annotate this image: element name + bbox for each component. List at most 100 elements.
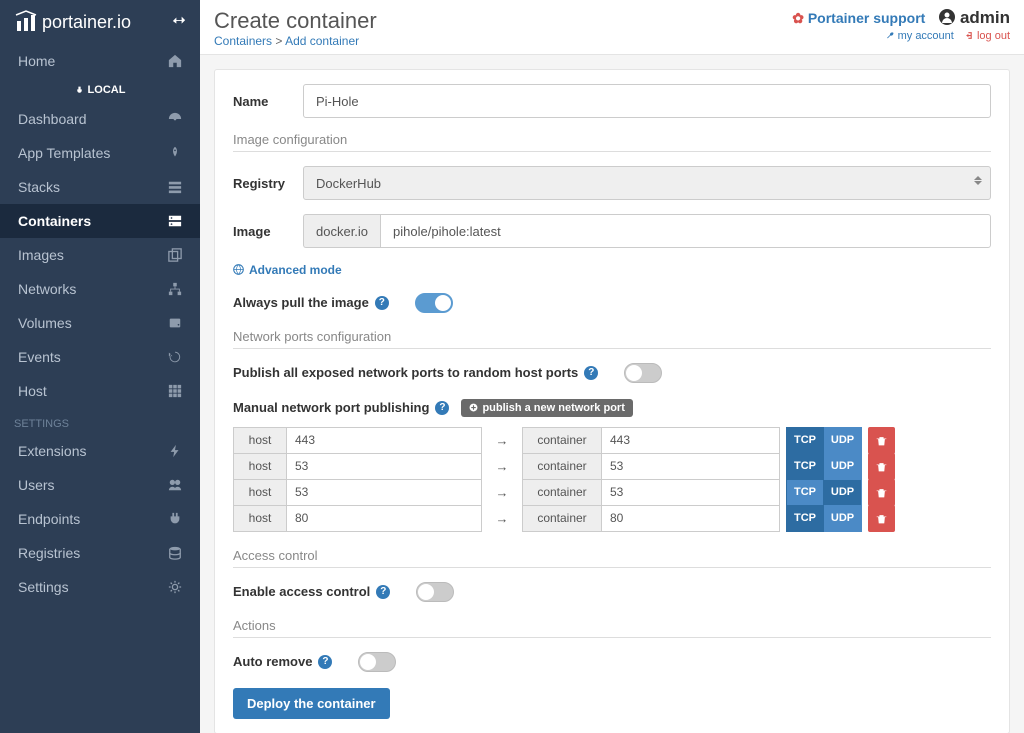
plug-icon: [168, 512, 182, 526]
support-link[interactable]: ✿ Portainer support: [792, 10, 929, 26]
sidebar-item-settings[interactable]: Settings: [0, 570, 200, 604]
tcp-button[interactable]: TCP: [786, 427, 824, 454]
container-label: container: [522, 505, 602, 532]
port-table: host→containerTCPUDPhost→containerTCPUDP…: [233, 427, 991, 532]
breadcrumb-root[interactable]: Containers: [214, 34, 272, 48]
delete-port-button[interactable]: [868, 453, 895, 480]
sidebar-item-extensions[interactable]: Extensions: [0, 434, 200, 468]
udp-button[interactable]: UDP: [824, 453, 862, 480]
help-icon[interactable]: ?: [435, 401, 449, 415]
udp-button[interactable]: UDP: [824, 427, 862, 454]
help-icon[interactable]: ?: [584, 366, 598, 380]
sidebar-item-events[interactable]: Events: [0, 340, 200, 374]
manual-publish-label: Manual network port publishing: [233, 400, 429, 415]
tcp-button[interactable]: TCP: [786, 479, 824, 506]
sidebar-item-users[interactable]: Users: [0, 468, 200, 502]
clone-icon: [168, 248, 182, 262]
name-input[interactable]: [303, 84, 991, 118]
container-label: container: [522, 427, 602, 454]
image-input[interactable]: [380, 214, 991, 248]
udp-button[interactable]: UDP: [824, 479, 862, 506]
publish-new-port-button[interactable]: publish a new network port: [461, 399, 632, 417]
sidebar-item-endpoints[interactable]: Endpoints: [0, 502, 200, 536]
container-port-input[interactable]: [602, 479, 780, 506]
arrow-icon: →: [482, 511, 522, 526]
hdd-icon: [168, 316, 182, 330]
tcp-button[interactable]: TCP: [786, 453, 824, 480]
name-label: Name: [233, 94, 303, 109]
sidebar-item-images[interactable]: Images: [0, 238, 200, 272]
always-pull-label: Always pull the image: [233, 295, 369, 310]
sidebar-item-volumes[interactable]: Volumes: [0, 306, 200, 340]
udp-button[interactable]: UDP: [824, 505, 862, 532]
rocket-icon: [168, 146, 182, 160]
content-scroll[interactable]: Name Image configuration Registry Docker…: [200, 55, 1024, 733]
container-label: container: [522, 453, 602, 480]
container-port-input[interactable]: [602, 427, 780, 454]
nav-label: Dashboard: [18, 111, 87, 127]
registry-label: Registry: [233, 176, 303, 191]
sidebar-item-host[interactable]: Host: [0, 374, 200, 408]
delete-port-button[interactable]: [868, 427, 895, 454]
delete-port-button[interactable]: [868, 479, 895, 506]
host-port-input[interactable]: [287, 427, 482, 454]
history-icon: [168, 350, 182, 364]
advanced-mode-link[interactable]: Advanced mode: [233, 263, 342, 277]
logout-icon: [965, 31, 974, 40]
my-account-link[interactable]: my account: [886, 30, 957, 42]
list-icon: [168, 180, 182, 194]
port-row: host→containerTCPUDP: [233, 479, 991, 506]
publish-all-toggle[interactable]: [624, 363, 662, 383]
host-port-input[interactable]: [287, 453, 482, 480]
access-control-toggle[interactable]: [416, 582, 454, 602]
dashboard-icon: [168, 112, 182, 126]
main-area: Create container Containers > Add contai…: [200, 0, 1024, 733]
sidebar-item-networks[interactable]: Networks: [0, 272, 200, 306]
wrench-icon: [886, 31, 895, 40]
sidebar-item-registries[interactable]: Registries: [0, 536, 200, 570]
server-icon: [168, 214, 182, 228]
always-pull-toggle[interactable]: [415, 293, 453, 313]
bolt-icon: [168, 444, 182, 458]
sidebar-item-home[interactable]: Home: [0, 44, 200, 78]
help-icon[interactable]: ?: [375, 296, 389, 310]
user-icon: [939, 9, 955, 25]
nav-label: Images: [18, 247, 64, 263]
registry-select[interactable]: DockerHub: [303, 166, 991, 200]
host-port-input[interactable]: [287, 479, 482, 506]
sidebar-endpoint-label: LOCAL: [0, 78, 200, 102]
sidebar-item-stacks[interactable]: Stacks: [0, 170, 200, 204]
section-actions: Actions: [233, 618, 991, 638]
sidebar-item-app-templates[interactable]: App Templates: [0, 136, 200, 170]
trash-icon: [876, 461, 887, 472]
help-icon[interactable]: ?: [318, 655, 332, 669]
arrow-icon: →: [482, 485, 522, 500]
plus-icon: [469, 403, 478, 412]
tcp-button[interactable]: TCP: [786, 505, 824, 532]
auto-remove-label: Auto remove: [233, 654, 312, 669]
nav-label: Events: [18, 349, 61, 365]
plug-icon: [75, 86, 84, 95]
protocol-group: TCPUDP: [786, 505, 862, 532]
nav-label: Settings: [18, 579, 69, 595]
auto-remove-toggle[interactable]: [358, 652, 396, 672]
port-row: host→containerTCPUDP: [233, 453, 991, 480]
sidebar-header: portainer.io: [0, 0, 200, 44]
container-port-input[interactable]: [602, 453, 780, 480]
th-icon: [168, 384, 182, 398]
brand-logo[interactable]: portainer.io: [14, 10, 131, 34]
help-icon[interactable]: ?: [376, 585, 390, 599]
container-port-input[interactable]: [602, 505, 780, 532]
sidebar-item-containers[interactable]: Containers: [0, 204, 200, 238]
logout-link[interactable]: log out: [965, 30, 1010, 42]
delete-port-button[interactable]: [868, 505, 895, 532]
sidebar-item-dashboard[interactable]: Dashboard: [0, 102, 200, 136]
nav-label: Home: [18, 53, 55, 69]
host-port-input[interactable]: [287, 505, 482, 532]
image-label: Image: [233, 224, 303, 239]
trash-icon: [876, 435, 887, 446]
sidebar-collapse-icon[interactable]: [172, 14, 186, 31]
deploy-button[interactable]: Deploy the container: [233, 688, 390, 719]
lifebuoy-icon: ✿: [792, 10, 804, 26]
user-chip[interactable]: admin: [939, 8, 1010, 27]
